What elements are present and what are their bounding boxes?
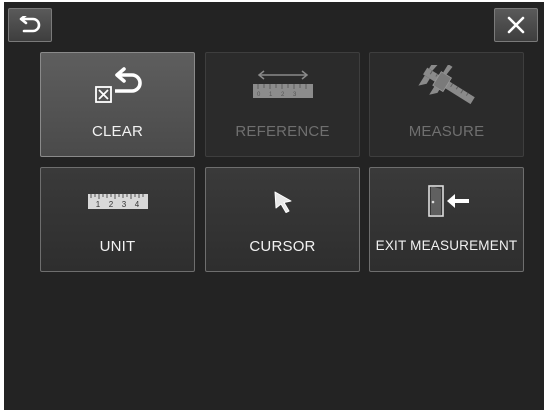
exit-measurement-button[interactable]: EXIT MEASUREMENT bbox=[369, 167, 524, 272]
close-button[interactable] bbox=[494, 8, 538, 42]
cursor-button[interactable]: CURSOR bbox=[205, 167, 360, 272]
unit-label: UNIT bbox=[99, 238, 136, 255]
ruler-digit-4: 4 bbox=[134, 200, 139, 209]
cursor-arrow-icon bbox=[206, 178, 359, 226]
caliper-icon bbox=[370, 63, 523, 111]
ruler-digit-1: 1 bbox=[95, 200, 100, 209]
clear-icon bbox=[41, 63, 194, 111]
measure-button[interactable]: MEASURE bbox=[369, 52, 524, 157]
unit-button[interactable]: 1 2 3 4 UNIT bbox=[40, 167, 195, 272]
measure-label: MEASURE bbox=[408, 123, 485, 140]
exit-door-icon bbox=[370, 178, 523, 226]
close-x-icon bbox=[507, 16, 525, 34]
ruler-unit-icon: 1 2 3 4 bbox=[41, 178, 194, 226]
measurement-menu-screen: CLEAR 0123 REFERENCE MEASURE 1 2 3 4 UNI… bbox=[4, 2, 544, 410]
exit-measurement-label: EXIT MEASUREMENT bbox=[375, 238, 518, 253]
cursor-label: CURSOR bbox=[249, 238, 316, 255]
ruler-digit-2: 2 bbox=[108, 200, 113, 209]
reference-label: REFERENCE bbox=[235, 123, 330, 140]
back-arrow-icon bbox=[19, 16, 41, 34]
ruler-digit-3: 3 bbox=[121, 200, 126, 209]
back-button[interactable] bbox=[8, 8, 52, 42]
reference-button[interactable]: 0123 REFERENCE bbox=[205, 52, 360, 157]
clear-button[interactable]: CLEAR bbox=[40, 52, 195, 157]
clear-label: CLEAR bbox=[91, 123, 144, 140]
ruler-reference-icon: 0123 bbox=[206, 63, 359, 111]
